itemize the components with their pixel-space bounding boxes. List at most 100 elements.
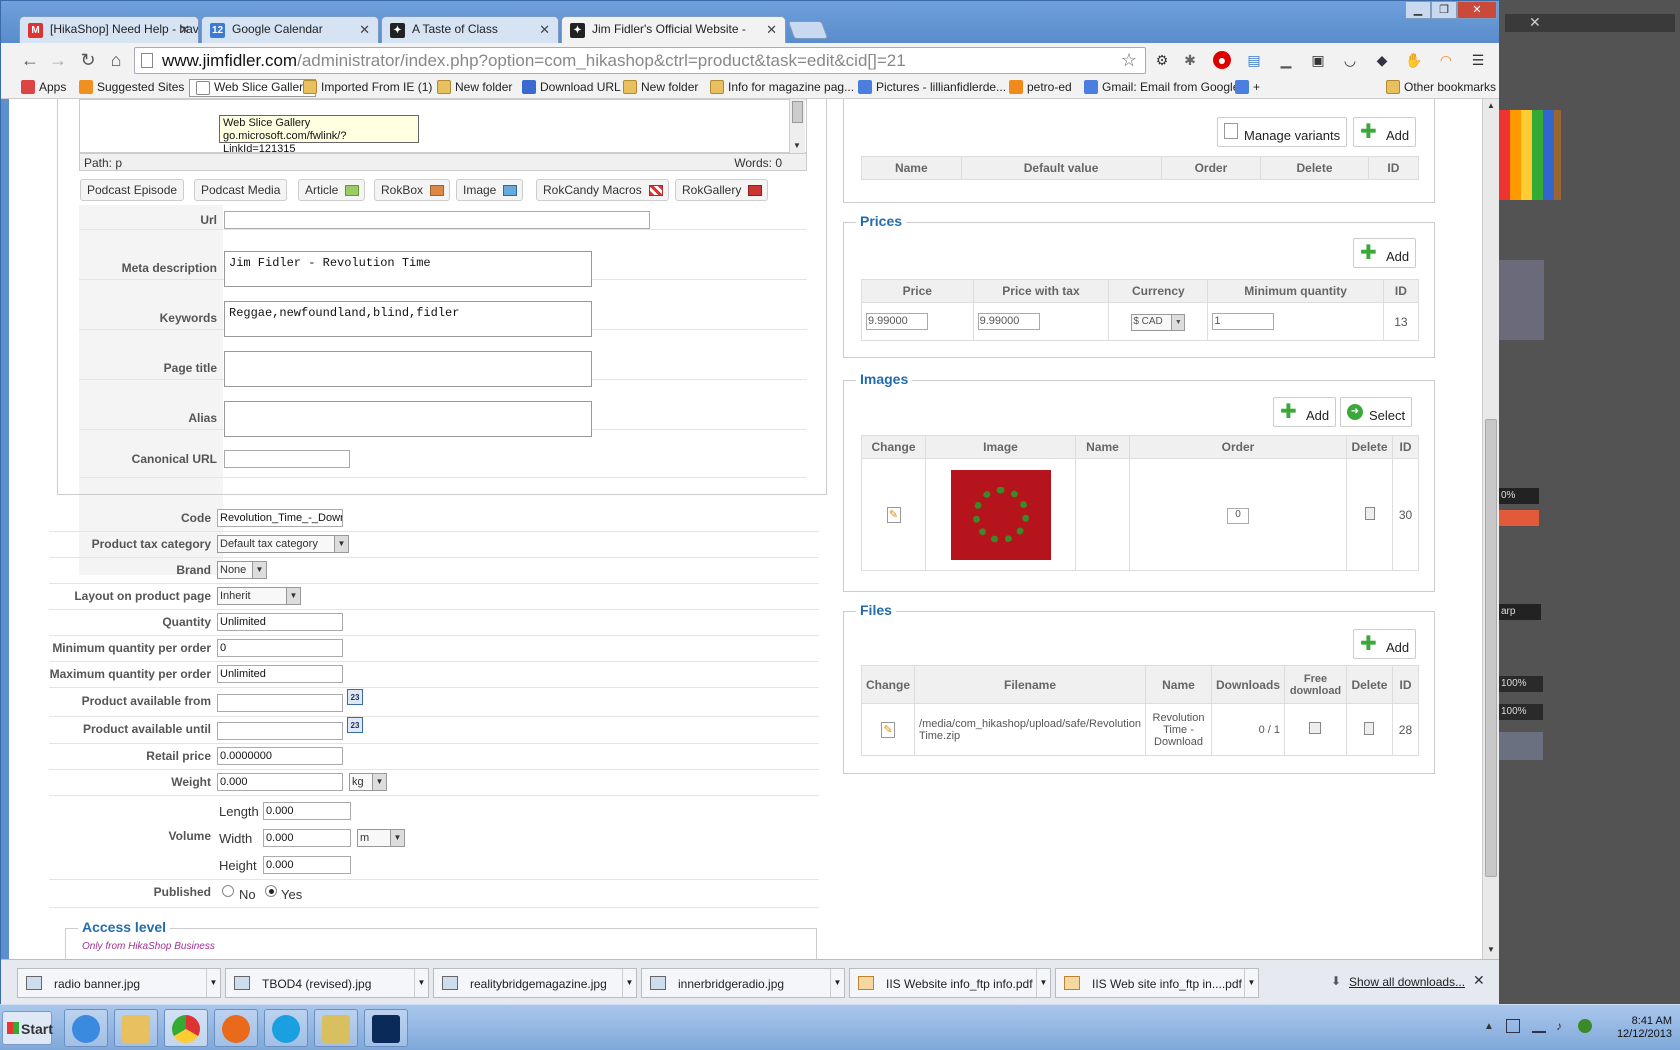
pocket-icon[interactable]: ◡ — [1341, 51, 1359, 69]
scroll-up-icon[interactable]: ▲ — [1487, 101, 1495, 110]
page-scrollbar[interactable]: ▲ ▼ — [1482, 99, 1499, 959]
close-icon[interactable]: ✕ — [766, 22, 777, 38]
calendar-icon[interactable]: 23 — [347, 717, 363, 733]
bookmark-other[interactable]: Other bookmarks — [1386, 80, 1496, 94]
bookmark-download-url[interactable]: Download URL — [522, 80, 621, 94]
clock[interactable]: 8:41 AM 12/12/2013 — [1600, 1015, 1672, 1041]
chevron-down-icon[interactable]: ▼ — [414, 969, 428, 997]
price-input[interactable]: 9.99000 — [866, 313, 928, 330]
quantity-input[interactable]: Unlimited — [217, 613, 343, 631]
close-shelf-icon[interactable]: ✕ — [1473, 972, 1485, 989]
prices-add-button[interactable]: ✚ Add — [1353, 238, 1417, 268]
scroll-down-icon[interactable]: ▼ — [1487, 945, 1495, 954]
bookmark-plus[interactable]: + — [1235, 80, 1260, 94]
back-icon[interactable]: ← — [19, 49, 41, 71]
edit-icon[interactable]: ✎ — [881, 721, 895, 738]
min-quantity-input[interactable]: 1 — [1212, 313, 1275, 330]
screen-icon[interactable]: ▣ — [1309, 51, 1327, 69]
close-icon[interactable]: ✕ — [539, 22, 550, 38]
width-input[interactable]: 0.000 — [263, 829, 351, 847]
firefox-taskbar-button[interactable] — [214, 1009, 258, 1047]
brand-select[interactable]: None ▼ — [217, 561, 267, 579]
ps-percent-field[interactable]: 0% — [1499, 488, 1539, 504]
tab-taste-of-class[interactable]: ✦ A Taste of Class ✕ — [381, 16, 559, 44]
edit-icon[interactable]: ✎ — [886, 506, 901, 523]
rss-icon[interactable]: ◠ — [1437, 51, 1455, 69]
ps-color-chip[interactable] — [1499, 510, 1539, 526]
bookmark-gmail[interactable]: Gmail: Email from Google — [1084, 80, 1239, 94]
address-bar[interactable]: www.jimfidler.com/administrator/index.ph… — [134, 47, 1146, 74]
bookmark-web-slice-gallery[interactable]: Web Slice Gallery — [189, 79, 317, 97]
weight-input[interactable]: 0.000 — [217, 773, 343, 791]
flag-icon[interactable] — [1506, 1019, 1520, 1033]
ie-taskbar-button[interactable] — [64, 1009, 108, 1047]
photoshop-taskbar-button[interactable] — [364, 1009, 408, 1047]
mask-icon[interactable]: ◆ — [1373, 51, 1391, 69]
menu-icon[interactable]: ☰ — [1469, 51, 1487, 69]
trash-icon[interactable] — [1364, 721, 1375, 735]
bookmark-imported-from-ie[interactable]: Imported From IE (1) — [303, 80, 432, 94]
bookmark-new-folder[interactable]: New folder — [437, 80, 512, 94]
published-no-radio[interactable] — [222, 885, 234, 897]
close-icon[interactable]: ✕ — [359, 22, 370, 38]
chevron-down-icon[interactable]: ▼ — [830, 969, 844, 997]
home-icon[interactable]: ⌂ — [105, 49, 127, 71]
close-icon[interactable]: ✕ — [179, 22, 190, 38]
min-qty-input[interactable]: 0 — [217, 639, 343, 657]
bookmark-apps[interactable]: Apps — [21, 80, 66, 94]
download-item[interactable]: IIS Web site info_ftp in....pdf ▼ — [1055, 968, 1259, 998]
ps-zoom-field-1[interactable]: 100% — [1499, 676, 1543, 692]
volume-icon[interactable]: ♪ — [1556, 1019, 1562, 1033]
free-download-checkbox[interactable] — [1309, 722, 1322, 734]
close-icon[interactable]: ✕ — [1529, 14, 1541, 31]
reload-icon[interactable]: ↻ — [77, 49, 99, 71]
bookmark-new-folder-2[interactable]: New folder — [623, 80, 698, 94]
forward-icon[interactable]: → — [47, 49, 69, 71]
download-item[interactable]: innerbridgeradio.jpg ▼ — [641, 968, 845, 998]
color-swatches[interactable] — [1499, 110, 1561, 200]
dimension-unit-select[interactable]: m ▼ — [357, 829, 405, 847]
chevron-down-icon[interactable]: ▼ — [1244, 969, 1258, 997]
chevron-down-icon[interactable]: ▼ — [206, 969, 220, 997]
currency-select[interactable]: $ CAD ▼ — [1131, 313, 1186, 331]
start-button[interactable]: Start — [2, 1011, 53, 1045]
maximize-button[interactable]: ❐ — [1431, 1, 1457, 19]
published-yes-radio[interactable] — [265, 885, 277, 897]
hand-icon[interactable]: ✋ — [1405, 51, 1423, 69]
available-until-input[interactable] — [217, 722, 343, 740]
bookmark-info-magazine[interactable]: Info for magazine pag... — [710, 80, 854, 94]
tab-gmail[interactable]: M [HikaShop] Need Help - have ✕ — [19, 16, 199, 44]
price-with-tax-input[interactable]: 9.99000 — [977, 313, 1040, 330]
ruler-icon[interactable]: ▁ — [1277, 51, 1295, 69]
tax-category-select[interactable]: Default tax category ▼ — [217, 535, 349, 553]
chevron-down-icon[interactable]: ▼ — [1036, 969, 1050, 997]
bookmark-petro-ed[interactable]: petro-ed — [1009, 80, 1072, 94]
retail-price-input[interactable]: 0.0000000 — [217, 747, 343, 765]
tab-calendar[interactable]: 12 Google Calendar ✕ — [201, 16, 379, 44]
download-item[interactable]: radio banner.jpg ▼ — [17, 968, 221, 998]
download-item[interactable]: IIS Website info_ftp info.pdf ▼ — [849, 968, 1051, 998]
show-all-downloads-link[interactable]: Show all downloads... — [1349, 975, 1465, 989]
chevron-down-icon[interactable]: ▼ — [622, 969, 636, 997]
image-order-input[interactable]: 0 — [1227, 507, 1249, 524]
bookmark-star-icon[interactable]: ☆ — [1121, 50, 1137, 71]
minimize-button[interactable]: ▁ — [1405, 1, 1431, 19]
new-tab-button[interactable] — [787, 21, 829, 39]
explorer-taskbar-button[interactable] — [114, 1009, 158, 1047]
product-image[interactable] — [950, 469, 1051, 560]
web-icon[interactable]: ▤ — [1245, 51, 1263, 69]
bookmark-suggested-sites[interactable]: Suggested Sites — [79, 80, 184, 94]
scrollbar-thumb[interactable] — [1485, 419, 1497, 877]
adblock-icon[interactable]: ● — [1213, 51, 1231, 69]
manage-variants-button[interactable]: Manage variants — [1217, 117, 1348, 147]
ps-blend-field[interactable]: arp — [1499, 604, 1541, 620]
tray-expand-icon[interactable]: ▲ — [1484, 1021, 1494, 1032]
height-input[interactable]: 0.000 — [263, 856, 351, 874]
skype-taskbar-button[interactable] — [264, 1009, 308, 1047]
max-qty-input[interactable]: Unlimited — [217, 665, 343, 683]
tab-jim-fidler[interactable]: ✦ Jim Fidler's Official Website - ✕ — [561, 16, 786, 44]
download-item[interactable]: realitybridgemagazine.jpg ▼ — [433, 968, 637, 998]
layout-select[interactable]: Inherit ▼ — [217, 587, 301, 605]
images-add-button[interactable]: ✚ Add — [1273, 397, 1337, 427]
chrome-taskbar-button[interactable] — [164, 1009, 208, 1047]
